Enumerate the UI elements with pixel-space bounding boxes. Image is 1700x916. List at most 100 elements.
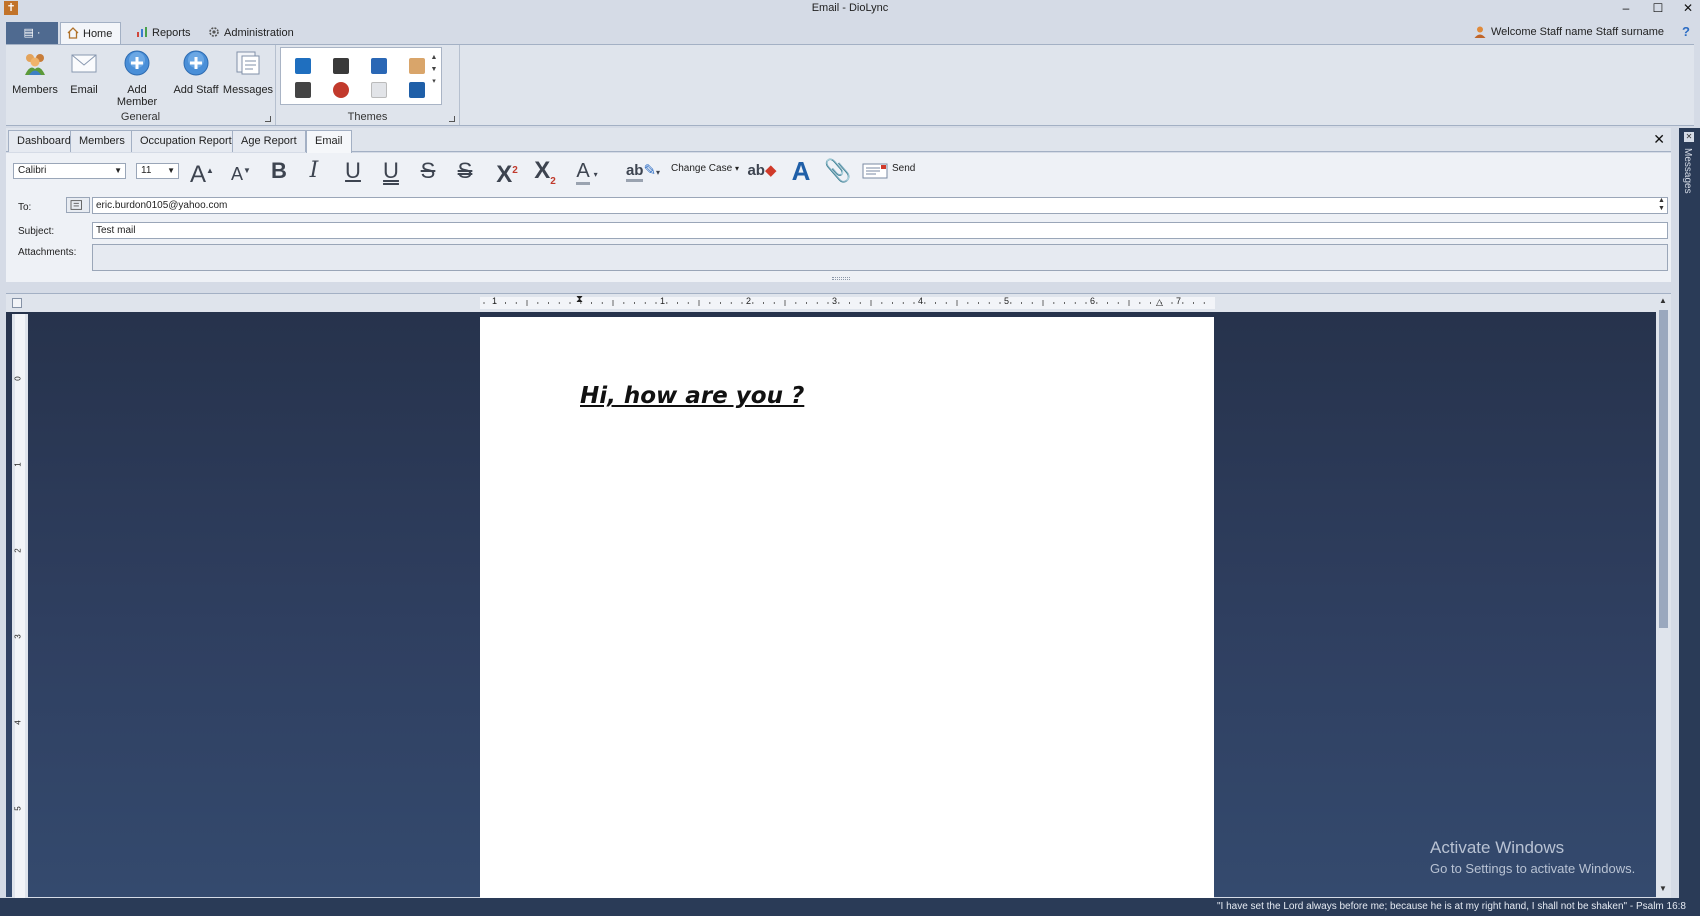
close-button[interactable]: ✕ — [1678, 0, 1698, 16]
chevron-down-icon: ▾ — [593, 170, 598, 179]
email-button[interactable]: Email — [62, 49, 106, 101]
theme-swatch[interactable] — [295, 82, 311, 98]
add-member-button[interactable]: Add Member — [106, 49, 168, 108]
app-menu-button[interactable]: ▤ · — [6, 22, 58, 44]
format-toolbar: Calibri ▼ 11 ▼ A▲ A▼ B I U U S S X2 X2 A ▾ … — [6, 153, 1671, 189]
group-launcher-icon[interactable] — [265, 116, 271, 122]
add-staff-button[interactable]: Add Staff — [170, 49, 222, 101]
font-dialog-button[interactable]: A — [790, 157, 812, 185]
change-case-button[interactable]: Change Case ▾ — [671, 163, 739, 174]
font-name-combo[interactable]: Calibri ▼ — [13, 163, 126, 179]
messages-icon — [236, 51, 260, 75]
address-book-icon — [70, 200, 82, 210]
close-icon[interactable]: ✕ — [1684, 132, 1694, 142]
maximize-button[interactable]: ☐ — [1648, 0, 1668, 16]
messages-button[interactable]: Messages — [222, 49, 274, 101]
group-launcher-icon[interactable] — [449, 116, 455, 122]
underline-button[interactable]: U — [342, 157, 364, 185]
chevron-down-icon: ▼ — [114, 166, 122, 175]
welcome-user[interactable]: Welcome Staff name Staff surname — [1473, 26, 1664, 38]
envelope-icon — [71, 54, 97, 73]
bar-chart-icon — [137, 27, 147, 37]
themes-scroll-icon[interactable]: ▲ ▼ ▾ — [429, 52, 439, 88]
close-tab-icon[interactable]: ✕ — [1653, 131, 1665, 148]
ribbon-tab-home[interactable]: Home — [60, 22, 122, 45]
address-book-button[interactable] — [66, 197, 90, 213]
right-indent-marker[interactable]: △ — [1156, 297, 1163, 308]
clear-formatting-button[interactable]: ab◆ — [746, 157, 778, 185]
left-indent-marker[interactable]: ⧗ — [576, 294, 583, 305]
theme-swatch[interactable] — [409, 58, 425, 74]
welcome-text: Welcome Staff name Staff surname — [1490, 26, 1664, 38]
members-label: Members — [12, 84, 58, 96]
splitter-handle[interactable] — [6, 275, 1671, 282]
send-icon[interactable] — [862, 162, 888, 180]
font-color-button[interactable]: A ▾ — [572, 157, 602, 185]
members-button[interactable]: Members — [12, 49, 58, 101]
vertical-ruler[interactable]: 0 1 2 3 4 5 — [12, 314, 28, 898]
theme-swatch[interactable] — [409, 82, 425, 98]
to-label: To: — [18, 202, 32, 213]
ruler-number: 1 — [13, 462, 23, 467]
tab-age-report[interactable]: Age Report — [232, 130, 306, 152]
gear-icon — [209, 27, 219, 37]
status-quote: "I have set the Lord always before me; b… — [1216, 901, 1686, 912]
theme-swatch[interactable] — [371, 58, 387, 74]
font-name-value: Calibri — [18, 165, 47, 176]
horizontal-ruler[interactable]: 1 1 2 3 4 5 6 7 ⧗ △ — [6, 294, 1656, 312]
body-text[interactable]: Hi, how are you ? — [580, 383, 804, 409]
tab-members[interactable]: Members — [70, 130, 134, 152]
attachments-label: Attachments: — [18, 247, 77, 258]
italic-button[interactable]: I — [304, 157, 324, 185]
tab-occupation-report[interactable]: Occupation Report — [131, 130, 241, 152]
double-strikethrough-button[interactable]: S — [454, 157, 476, 185]
ribbon-tab-reports[interactable]: Reports — [130, 22, 199, 44]
subscript-button[interactable]: X2 — [530, 157, 560, 187]
ribbon-tab-administration[interactable]: Administration — [202, 22, 302, 44]
ruler-track[interactable]: 1 1 2 3 4 5 6 7 ⧗ △ — [480, 294, 1215, 309]
subject-field[interactable]: Test mail — [92, 222, 1668, 239]
highlight-button[interactable]: ab✎▾ — [620, 157, 666, 185]
font-size-combo[interactable]: 11 ▼ — [136, 163, 179, 179]
ribbon-tab-label: Administration — [224, 27, 294, 39]
home-icon — [67, 27, 79, 39]
tab-stop-selector[interactable] — [12, 298, 22, 308]
grow-font-button[interactable]: A▲ — [190, 157, 214, 188]
double-underline-button[interactable]: U — [380, 157, 402, 185]
shrink-font-button[interactable]: A▼ — [230, 157, 252, 185]
subject-label: Subject: — [18, 226, 55, 237]
superscript-button[interactable]: X2 — [492, 157, 522, 188]
attach-button[interactable]: 📎 — [824, 157, 852, 185]
help-icon[interactable]: ? — [1682, 24, 1690, 39]
scroll-down-icon[interactable]: ▼ — [1659, 884, 1667, 893]
messages-side-panel[interactable]: ✕ Messages — [1679, 128, 1700, 898]
to-field[interactable]: eric.burdon0105@yahoo.com — [92, 197, 1668, 214]
minimize-button[interactable]: – — [1616, 0, 1636, 16]
send-button[interactable]: Send — [892, 163, 915, 174]
add-member-label: Add Member — [116, 84, 158, 108]
email-header-form: To: eric.burdon0105@yahoo.com ▲ ▼ Subject… — [6, 189, 1671, 282]
attachments-field[interactable] — [92, 244, 1668, 271]
plus-circle-icon — [124, 50, 150, 76]
document-page[interactable]: Hi, how are you ? — [480, 317, 1214, 898]
scroll-up-icon[interactable]: ▲ — [1659, 296, 1667, 305]
strikethrough-button[interactable]: S — [418, 157, 438, 185]
theme-swatch[interactable] — [333, 82, 349, 98]
members-icon — [25, 54, 45, 75]
bold-button[interactable]: B — [268, 157, 290, 185]
rich-text-editor[interactable]: 1 1 2 3 4 5 6 7 ⧗ △ 0 1 2 3 4 5 Hi, how … — [6, 293, 1671, 898]
ribbon-tab-label: Reports — [152, 27, 191, 39]
superscript-mark: 2 — [512, 165, 518, 176]
highlight-icon: ab — [625, 162, 644, 182]
scrollbar-thumb[interactable] — [1659, 310, 1668, 628]
theme-swatch[interactable] — [295, 58, 311, 74]
email-label: Email — [70, 84, 98, 96]
theme-swatch[interactable] — [333, 58, 349, 74]
theme-swatch[interactable] — [371, 82, 387, 98]
vertical-scrollbar[interactable]: ▲ ▼ — [1656, 294, 1671, 898]
activate-windows-subtitle: Go to Settings to activate Windows. — [1430, 861, 1636, 876]
tab-email[interactable]: Email — [306, 130, 352, 153]
ruler-number: 4 — [13, 720, 23, 725]
to-field-spinner[interactable]: ▲ ▼ — [1658, 197, 1665, 213]
ruler-number: 1 — [492, 296, 498, 306]
